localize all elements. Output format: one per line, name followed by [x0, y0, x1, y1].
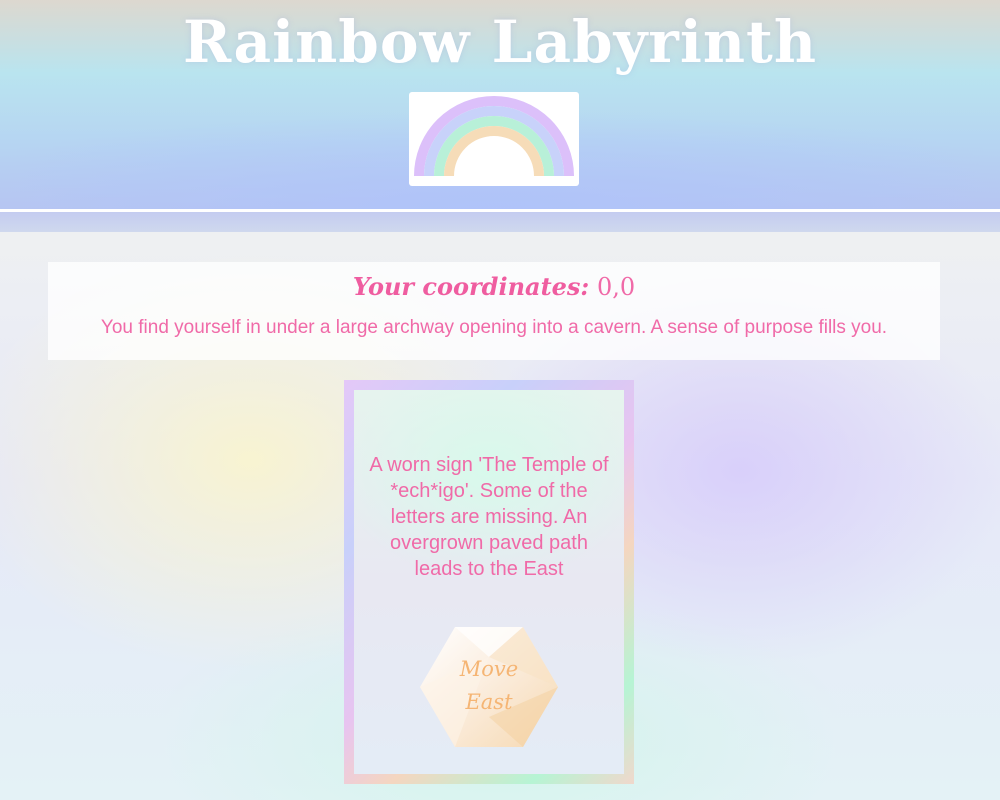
move-east-button[interactable]: Move East	[420, 627, 558, 747]
header-band	[0, 212, 1000, 232]
status-panel: Your coordinates: 0,0 You find yourself …	[48, 262, 940, 360]
location-description: You find yourself in under a large archw…	[100, 317, 888, 338]
header: Rainbow Labyrinth	[0, 0, 1000, 209]
coordinates-value: 0,0	[596, 273, 636, 301]
move-label-line1: Move	[459, 657, 519, 681]
move-label-line2: East	[465, 690, 513, 714]
rainbow-icon	[414, 96, 574, 177]
room-card-inner: A worn sign 'The Temple of *ech*igo'. So…	[354, 390, 624, 774]
room-card: A worn sign 'The Temple of *ech*igo'. So…	[344, 380, 634, 784]
move-button-label: Move East	[420, 653, 558, 719]
logo	[409, 92, 579, 186]
coordinates-label: Your coordinates:	[352, 272, 590, 301]
room-description: A worn sign 'The Temple of *ech*igo'. So…	[369, 454, 609, 580]
coordinates-line: Your coordinates: 0,0	[48, 272, 940, 301]
page-title: Rainbow Labyrinth	[182, 8, 817, 76]
